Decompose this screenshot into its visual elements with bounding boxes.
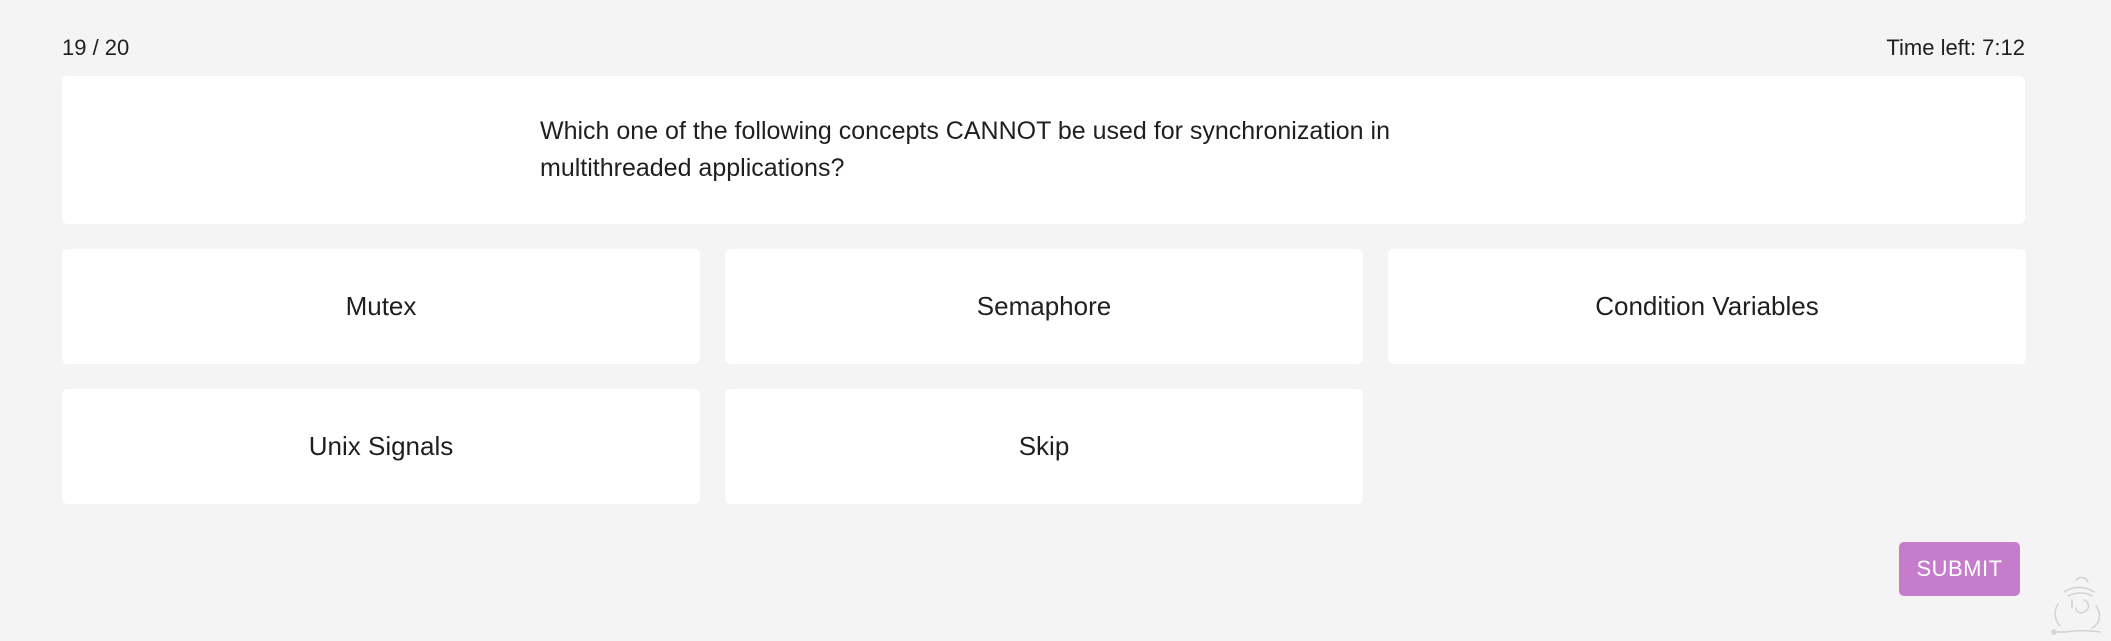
time-left: Time left: 7:12 — [1886, 35, 2025, 60]
question-text: Which one of the following concepts CANN… — [540, 117, 1390, 182]
skip-option[interactable]: Skip — [725, 389, 1363, 504]
question-progress: 19 / 20 — [62, 35, 130, 60]
mascot-icon — [2051, 576, 2101, 635]
answer-option-unix-signals[interactable]: Unix Signals — [62, 389, 700, 504]
submit-button[interactable]: SUBMIT — [1899, 542, 2020, 596]
question-card: Which one of the following concepts CANN… — [62, 76, 2025, 224]
answer-option-mutex[interactable]: Mutex — [62, 249, 700, 364]
answer-option-semaphore[interactable]: Semaphore — [725, 249, 1363, 364]
answer-option-condition-variables[interactable]: Condition Variables — [1388, 249, 2026, 364]
